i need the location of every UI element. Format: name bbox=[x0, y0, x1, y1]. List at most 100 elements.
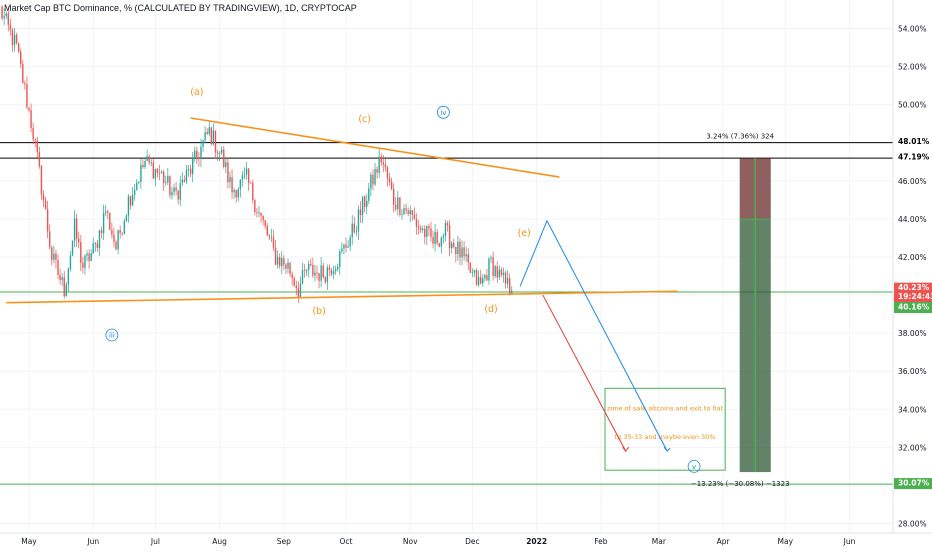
candle-body bbox=[370, 174, 372, 189]
candle-body bbox=[254, 200, 256, 213]
candle-body bbox=[506, 278, 509, 284]
candle-body bbox=[434, 232, 436, 244]
candle-body bbox=[332, 271, 335, 274]
candle-body bbox=[59, 274, 61, 281]
candle-body bbox=[69, 255, 72, 269]
candle-body bbox=[216, 152, 219, 154]
candle-body bbox=[231, 177, 233, 193]
candle-body bbox=[508, 278, 511, 295]
candle-body bbox=[233, 190, 235, 193]
candle-body bbox=[218, 152, 221, 154]
y-tick-label: 34.00% bbox=[898, 405, 927, 414]
candle-body bbox=[283, 258, 285, 265]
candle-body bbox=[187, 168, 190, 170]
chart-svg[interactable]: zone of sale altcoins and exit to fiat t… bbox=[0, 0, 932, 550]
candle-body bbox=[127, 196, 130, 216]
candle-body bbox=[345, 244, 347, 248]
tag-last-text: 19:24:43 bbox=[898, 292, 932, 301]
candle-body bbox=[98, 230, 101, 248]
candle-body bbox=[67, 268, 70, 285]
trendlines[interactable] bbox=[6, 117, 678, 304]
candle-body bbox=[111, 229, 113, 235]
candle-body bbox=[177, 190, 179, 200]
candle-body bbox=[220, 149, 223, 153]
candle-body bbox=[479, 277, 482, 284]
candle-body bbox=[117, 230, 119, 250]
candle-body bbox=[326, 267, 329, 283]
candle-body bbox=[183, 179, 186, 182]
candle-body bbox=[144, 161, 146, 167]
candle-body bbox=[63, 277, 65, 297]
candle-body bbox=[107, 211, 109, 213]
candle-body bbox=[341, 248, 343, 252]
candle-body bbox=[9, 24, 12, 30]
candle-body bbox=[276, 257, 279, 265]
y-tick-label: 52.00% bbox=[898, 63, 927, 72]
candle-body bbox=[252, 182, 254, 201]
candle-body bbox=[142, 164, 144, 167]
tag-30-text: 30.07% bbox=[898, 479, 930, 488]
tag-47-text: 47.19% bbox=[898, 153, 930, 162]
candle-body bbox=[115, 241, 117, 250]
candle-body bbox=[175, 187, 177, 191]
candle-body bbox=[80, 242, 82, 263]
candle-body bbox=[376, 169, 378, 173]
candle-body bbox=[119, 230, 121, 234]
candle-body bbox=[339, 251, 341, 268]
candle-body bbox=[486, 275, 488, 281]
candle-body bbox=[397, 197, 399, 210]
candle-body bbox=[146, 156, 148, 162]
zone-box[interactable]: zone of sale altcoins and exit to fiat t… bbox=[604, 387, 726, 471]
candle-body bbox=[448, 225, 451, 249]
candle-body bbox=[310, 263, 312, 265]
circle-wave-label: iv bbox=[440, 109, 446, 117]
candle-body bbox=[42, 194, 45, 201]
candle-body bbox=[463, 247, 465, 257]
candle-body bbox=[281, 258, 283, 267]
y-axis[interactable]: 28.00%30.00%32.00%34.00%36.00%38.00%40.0… bbox=[892, 0, 927, 533]
x-tick-label: Feb bbox=[594, 537, 608, 546]
candle-body bbox=[295, 285, 297, 289]
x-axis[interactable]: May Jun Jul Aug Sep Oct Nov Dec 2022 Feb Mar Apr May… bbox=[0, 532, 932, 546]
candle-body bbox=[417, 226, 420, 228]
candle-body bbox=[330, 269, 333, 274]
wave-label: (c) bbox=[358, 114, 371, 125]
candle-body bbox=[401, 214, 403, 215]
projection[interactable] bbox=[519, 219, 671, 452]
circle-wave-label: iii bbox=[109, 332, 115, 340]
zone-rect[interactable] bbox=[604, 387, 726, 471]
candle-body bbox=[446, 223, 449, 226]
candle-body bbox=[314, 272, 316, 276]
candle-body bbox=[436, 232, 438, 244]
candle-body bbox=[378, 156, 380, 173]
candle-body bbox=[395, 204, 397, 210]
candle-body bbox=[237, 189, 239, 198]
candle-body bbox=[1, 6, 3, 19]
candle-body bbox=[403, 208, 405, 215]
candle-body bbox=[156, 168, 159, 173]
candle-body bbox=[324, 277, 326, 283]
candle-body bbox=[322, 265, 324, 278]
candle-body bbox=[297, 288, 300, 298]
candle-body bbox=[430, 228, 432, 238]
candle-body bbox=[363, 196, 366, 207]
candle-body bbox=[411, 210, 414, 215]
candle-body bbox=[270, 237, 273, 239]
y-tick-label: 28.00% bbox=[898, 519, 927, 528]
candle-body bbox=[24, 83, 26, 85]
candle-body bbox=[442, 235, 445, 238]
x-tick-label: 2022 bbox=[526, 537, 547, 546]
candle-body bbox=[279, 257, 281, 267]
candle-body bbox=[359, 209, 362, 216]
chart-title: Market Cap BTC Dominance, % (CALCULATED … bbox=[4, 3, 357, 13]
candles[interactable] bbox=[1, 5, 513, 303]
candle-body bbox=[34, 139, 36, 141]
chart[interactable]: zone of sale altcoins and exit to fiat t… bbox=[0, 0, 932, 550]
candle-body bbox=[353, 223, 355, 233]
candle-body bbox=[498, 269, 501, 278]
candle-body bbox=[312, 264, 314, 276]
candle-body bbox=[227, 162, 229, 183]
candle-body bbox=[206, 132, 208, 135]
candle-body bbox=[426, 226, 428, 237]
candle-body bbox=[409, 210, 411, 215]
